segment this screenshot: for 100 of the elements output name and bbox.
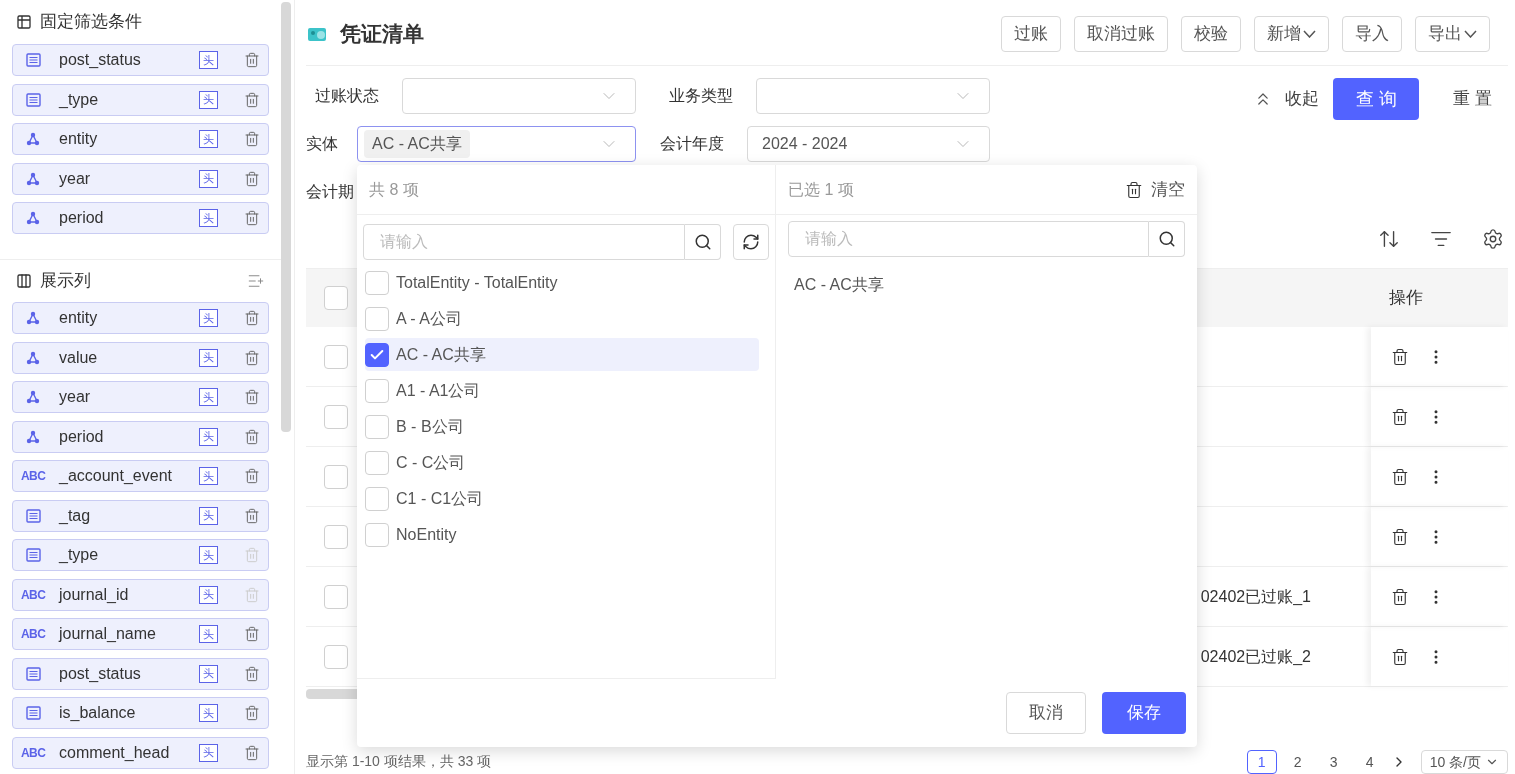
option-label: NoEntity [396,524,457,545]
header-tag[interactable]: 头 [199,427,218,446]
select-field[interactable] [756,78,990,114]
delete-icon[interactable] [1125,180,1143,199]
select-field[interactable]: 2024 - 2024 [747,126,990,162]
section-title: 展示列 [40,270,92,293]
field-chip[interactable]: ABC _account_event 头 [12,460,269,492]
refresh-button[interactable] [733,224,769,260]
field-chip[interactable]: entity 头 [12,123,269,155]
entity-option[interactable]: B - B公司 [365,410,759,443]
save-button[interactable]: 保存 [1102,692,1186,734]
toolbar-button[interactable]: 过账 [1001,15,1061,52]
field-name: journal_id [59,584,130,605]
list-icon [25,706,41,720]
delete-icon[interactable] [1391,347,1409,366]
field-chip[interactable]: _tag 头 [12,499,269,532]
delete-icon[interactable] [1391,467,1409,486]
entity-option[interactable]: NoEntity [365,518,759,551]
field-chip[interactable]: year 头 [12,162,269,195]
toolbar-button[interactable]: 取消过账 [1074,15,1168,52]
total-count: 共 8 项 [369,179,419,200]
page-button[interactable]: 4 [1354,750,1385,774]
delete-icon[interactable] [1391,527,1409,546]
cancel-button[interactable]: 取消 [1006,692,1086,734]
select-field[interactable]: AC - AC共享 [357,126,636,162]
section-title: 固定筛选条件 [40,11,142,34]
add-column-icon[interactable] [247,272,265,290]
entity-option[interactable]: A - A公司 [365,302,759,335]
header-tag[interactable]: 头 [199,506,218,525]
list-icon [25,53,41,67]
selected-item[interactable]: AC - AC共享 [794,273,1179,303]
header-tag[interactable]: 头 [199,743,218,762]
list-icon [25,508,41,523]
entity-option[interactable]: AC - AC共享 [365,338,759,371]
option-label: AC - AC共享 [396,344,486,365]
field-chip[interactable]: period 头 [12,420,269,453]
search-button[interactable] [685,224,721,260]
query-button[interactable]: 查 询 [1333,78,1420,120]
field-chip[interactable]: year 头 [12,381,269,413]
settings-icon[interactable] [1482,228,1504,250]
nodes-icon [26,429,40,444]
field-chip[interactable]: value 头 [12,341,269,374]
select-field[interactable] [402,78,636,114]
page-button[interactable]: 2 [1282,750,1313,774]
field-chip[interactable]: is_balance 头 [12,697,269,729]
header-tag[interactable]: 头 [199,209,218,227]
scrollbar[interactable] [281,2,291,432]
header-tag[interactable]: 头 [199,309,218,327]
field-chip[interactable]: post_status 头 [12,44,269,76]
filter-label: 会计年度 [659,134,725,154]
entity-option[interactable]: C1 - C1公司 [365,482,759,515]
option-label: A1 - A1公司 [396,380,481,401]
field-name: entity [59,308,99,328]
header-tag[interactable]: 头 [199,130,218,148]
field-chip[interactable]: post_status 头 [12,657,269,690]
filter-label: 过账状态 [314,86,380,106]
table-cell-text: 02402已过账_2 [1200,646,1311,667]
field-chip[interactable]: _type 头 [12,83,269,116]
search-button[interactable] [1149,221,1185,257]
list-icon [25,92,41,107]
header-tag[interactable]: 头 [199,388,218,406]
search-field[interactable]: 请输入 [788,221,1149,257]
density-icon[interactable] [1378,228,1400,250]
chevron-icon [1303,29,1316,38]
header-tag[interactable]: 头 [199,467,218,485]
header-tag[interactable]: 头 [199,664,218,683]
field-chip[interactable]: period 头 [12,202,269,234]
delete-icon[interactable] [1391,647,1409,666]
field-chip[interactable]: entity 头 [12,302,269,334]
field-chip[interactable]: ABC journal_name 头 [12,618,269,650]
header-tag[interactable]: 头 [199,51,218,69]
field-name: post_status [59,50,142,70]
toolbar-button[interactable]: 校验 [1181,15,1241,52]
reset-button[interactable]: 重 置 [1453,86,1492,112]
delete-icon[interactable] [1391,407,1409,426]
entity-option[interactable]: A1 - A1公司 [365,374,759,407]
field-name: period [59,426,105,447]
field-name: _tag [59,505,92,526]
field-name: _type [59,545,100,565]
checkbox[interactable] [365,342,389,367]
field-chip[interactable]: ABC comment_head 头 [12,736,269,769]
collapse-link[interactable]: 收起 [1285,86,1320,112]
toolbar-button[interactable]: 新增 [1254,15,1329,52]
header-tag[interactable]: 头 [199,625,218,643]
search-field[interactable]: 请输入 [363,224,685,260]
header-tag[interactable]: 头 [199,169,218,188]
field-name: _type [59,89,100,110]
header-tag[interactable]: 头 [199,348,218,367]
entity-option[interactable]: C - C公司 [365,446,759,479]
page-button[interactable]: 3 [1318,750,1349,774]
delete-icon[interactable] [1391,587,1409,606]
page-button[interactable]: 1 [1246,750,1277,774]
toolbar-button[interactable]: 导入 [1342,15,1402,52]
entity-option[interactable]: TotalEntity - TotalEntity [365,266,759,299]
header-tag[interactable]: 头 [199,90,218,109]
page-size-select[interactable]: 10 条/页 [1420,750,1508,774]
clear-link[interactable]: 清空 [1151,176,1185,203]
header-tag[interactable]: 头 [199,704,218,722]
grid-icon [16,14,32,30]
toolbar-button[interactable]: 导出 [1415,15,1490,52]
